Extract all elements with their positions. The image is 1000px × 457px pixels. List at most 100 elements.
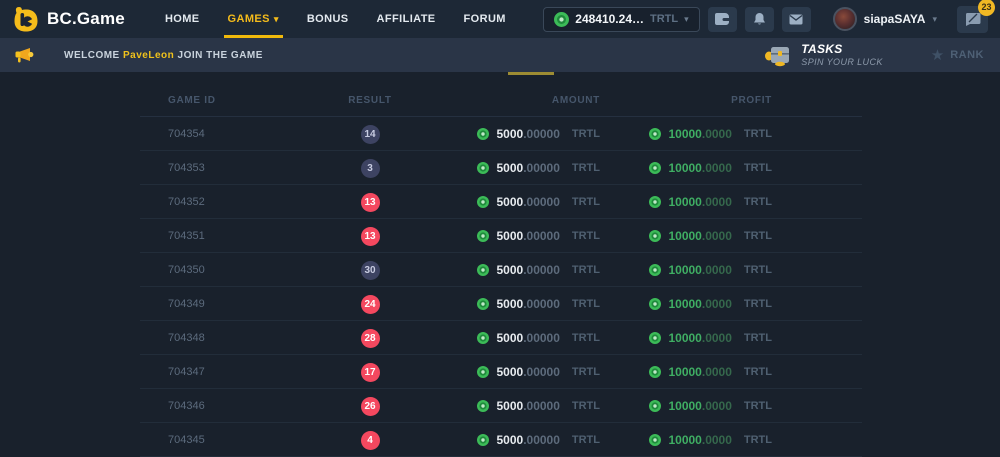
profit-decimal: .0000 [702, 229, 732, 243]
col-header-result: RESULT [330, 95, 410, 106]
profit-decimal: .0000 [702, 399, 732, 413]
amount-cell: 5000.00000 TRTL [410, 263, 600, 277]
rank-widget[interactable]: ★ RANK [931, 46, 984, 64]
nav-item-bonus[interactable]: BONUS [293, 0, 363, 38]
profit-integer: 10000 [668, 297, 701, 311]
active-tab-indicator [508, 72, 554, 75]
profit-currency-label: TRTL [744, 162, 772, 174]
table-row[interactable]: 704346 26 5000.00000 TRTL 10000.0000 TRT… [140, 389, 862, 423]
chat-icon [965, 12, 981, 26]
messages-button[interactable] [782, 7, 811, 32]
amount-currency-label: TRTL [572, 230, 600, 242]
table-row[interactable]: 704350 30 5000.00000 TRTL 10000.0000 TRT… [140, 253, 862, 287]
coin-icon [477, 400, 489, 412]
amount-integer: 5000 [496, 297, 523, 311]
coin-icon [554, 12, 569, 27]
profit-cell: 10000.0000 TRTL [600, 229, 772, 243]
amount-decimal: .00000 [523, 399, 560, 413]
amount-decimal: .00000 [523, 229, 560, 243]
table-row[interactable]: 704353 3 5000.00000 TRTL 10000.0000 TRTL [140, 151, 862, 185]
main-nav: HOME GAMES ▾ BONUS AFFILIATE FORUM [151, 0, 520, 38]
nav-item-home[interactable]: HOME [151, 0, 214, 38]
welcome-prefix: WELCOME [64, 50, 120, 61]
vault-button[interactable] [708, 7, 737, 32]
table-row[interactable]: 704347 17 5000.00000 TRTL 10000.0000 TRT… [140, 355, 862, 389]
profit-cell: 10000.0000 TRTL [600, 161, 772, 175]
amount-integer: 5000 [496, 195, 523, 209]
amount-decimal: .00000 [523, 331, 560, 345]
coin-icon [477, 196, 489, 208]
profit-decimal: .0000 [702, 297, 732, 311]
result-cell: 3 [330, 158, 410, 178]
coin-icon [477, 264, 489, 276]
result-badge: 3 [361, 159, 380, 178]
amount-integer: 5000 [496, 161, 523, 175]
vault-icon [714, 12, 730, 26]
table-row[interactable]: 704352 13 5000.00000 TRTL 10000.0000 TRT… [140, 185, 862, 219]
amount-currency-label: TRTL [572, 332, 600, 344]
notifications-button[interactable] [745, 7, 774, 32]
game-id-cell: 704346 [140, 400, 330, 412]
coin-icon [477, 332, 489, 344]
result-cell: 24 [330, 294, 410, 314]
amount-integer: 5000 [496, 433, 523, 447]
profit-integer: 10000 [668, 331, 701, 345]
coin-icon [649, 264, 661, 276]
tasks-widget[interactable]: TASKS SPIN YOUR LUCK [763, 43, 882, 67]
amount-decimal: .00000 [523, 195, 560, 209]
balance-selector[interactable]: 248410.24… TRTL ▾ [543, 7, 699, 32]
profit-decimal: .0000 [702, 263, 732, 277]
amount-integer: 5000 [496, 229, 523, 243]
welcome-message: WELCOME PaveLeon JOIN THE GAME [64, 50, 263, 61]
coin-icon [649, 128, 661, 140]
table-row[interactable]: 704348 28 5000.00000 TRTL 10000.0000 TRT… [140, 321, 862, 355]
profit-cell: 10000.0000 TRTL [600, 263, 772, 277]
amount-cell: 5000.00000 TRTL [410, 331, 600, 345]
col-header-amount: AMOUNT [410, 95, 600, 106]
profit-currency-label: TRTL [744, 298, 772, 310]
amount-integer: 5000 [496, 365, 523, 379]
table-row[interactable]: 704349 24 5000.00000 TRTL 10000.0000 TRT… [140, 287, 862, 321]
profit-decimal: .0000 [702, 365, 732, 379]
nav-item-forum[interactable]: FORUM [450, 0, 520, 38]
table-row[interactable]: 704345 4 5000.00000 TRTL 10000.0000 TRTL [140, 423, 862, 457]
amount-integer: 5000 [496, 263, 523, 277]
table-row[interactable]: 704354 14 5000.00000 TRTL 10000.0000 TRT… [140, 117, 862, 151]
result-badge: 4 [361, 431, 380, 450]
profit-decimal: .0000 [702, 195, 732, 209]
nav-item-games-label: GAMES [228, 13, 270, 25]
bcgame-logo-icon [13, 5, 39, 33]
profit-cell: 10000.0000 TRTL [600, 399, 772, 413]
profit-currency-label: TRTL [744, 196, 772, 208]
brand-logo[interactable]: BC.Game [13, 5, 125, 33]
profit-cell: 10000.0000 TRTL [600, 433, 772, 447]
chat-unread-badge: 23 [978, 0, 995, 16]
profit-currency-label: TRTL [744, 128, 772, 140]
user-menu[interactable]: siapaSAYA ▾ [833, 7, 937, 31]
coin-icon [649, 230, 661, 242]
username: siapaSAYA [864, 12, 926, 26]
coin-icon [477, 298, 489, 310]
top-bar: BC.Game HOME GAMES ▾ BONUS AFFILIATE FOR… [0, 0, 1000, 38]
tasks-title: TASKS [801, 43, 882, 57]
coin-icon [649, 298, 661, 310]
profit-integer: 10000 [668, 195, 701, 209]
profit-integer: 10000 [668, 263, 701, 277]
coin-icon [649, 400, 661, 412]
profit-decimal: .0000 [702, 161, 732, 175]
result-badge: 13 [361, 193, 380, 212]
coin-icon [649, 332, 661, 344]
amount-currency-label: TRTL [572, 128, 600, 140]
profit-cell: 10000.0000 TRTL [600, 127, 772, 141]
amount-decimal: .00000 [523, 263, 560, 277]
top-right-cluster: 248410.24… TRTL ▾ siapaSAYA ▾ [543, 6, 988, 33]
nav-item-games[interactable]: GAMES ▾ [214, 0, 293, 38]
game-id-cell: 704348 [140, 332, 330, 344]
result-badge: 28 [361, 329, 380, 348]
profit-decimal: .0000 [702, 433, 732, 447]
game-id-cell: 704349 [140, 298, 330, 310]
result-cell: 26 [330, 396, 410, 416]
table-row[interactable]: 704351 13 5000.00000 TRTL 10000.0000 TRT… [140, 219, 862, 253]
profit-decimal: .0000 [702, 127, 732, 141]
nav-item-affiliate[interactable]: AFFILIATE [363, 0, 450, 38]
